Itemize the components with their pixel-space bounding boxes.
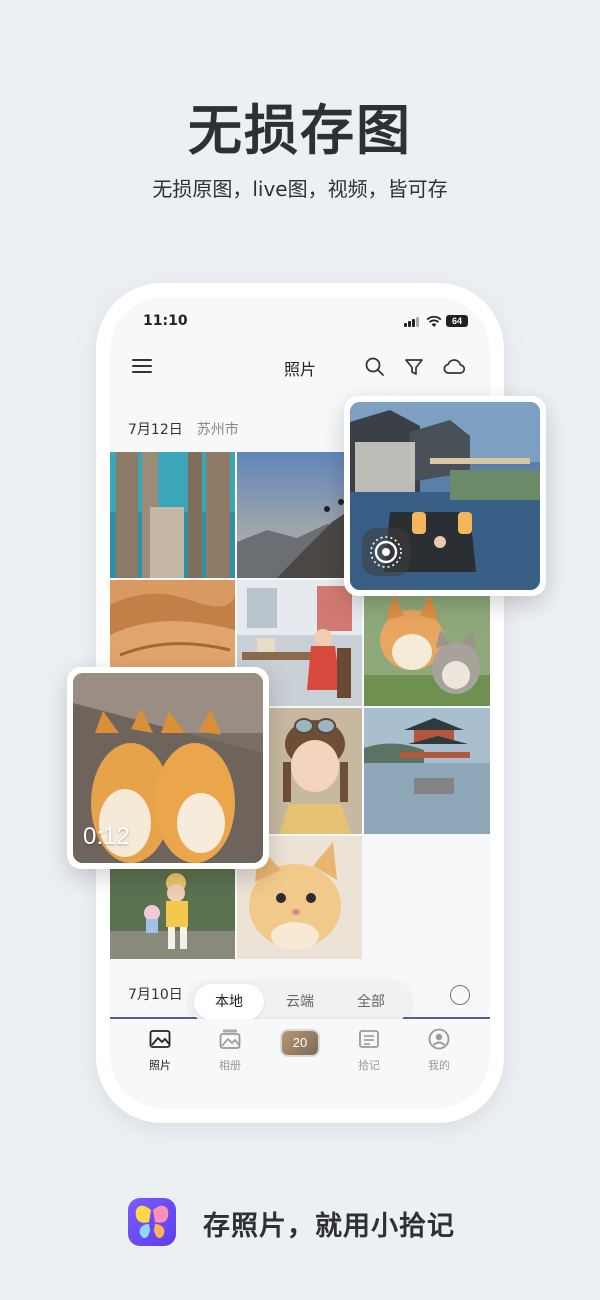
battery-indicator: 64 (446, 315, 468, 327)
page-title: 照片 (283, 360, 316, 379)
tab-bar: 照片 相册 20 拾记 我的 (110, 1019, 490, 1109)
center-badge-count: 20 (292, 1035, 308, 1050)
footer-slogan: 存照片，就用小拾记 (203, 1211, 455, 1242)
segment-all[interactable]: 全部 (336, 984, 406, 1020)
search-icon[interactable] (363, 355, 387, 379)
tab-label: 照片 (149, 1059, 171, 1072)
live-photo-badge[interactable] (362, 528, 410, 576)
footer: 存照片，就用小拾记 (0, 1196, 600, 1248)
canal-town-photo (350, 402, 540, 590)
tab-label: 相册 (219, 1059, 241, 1072)
section-header: 7月12日 苏州市 (128, 419, 239, 439)
butterfly-logo (128, 1198, 176, 1246)
segment-local[interactable]: 本地 (194, 984, 264, 1020)
note-icon (359, 1030, 379, 1048)
signal-icon (404, 317, 420, 327)
tab-notes[interactable]: 拾记 (339, 1027, 399, 1073)
video-card[interactable]: 0:12 (67, 667, 269, 869)
live-photo-card[interactable] (344, 396, 546, 596)
app-bar: 照片 (110, 345, 490, 389)
corgi-cat-photo[interactable] (364, 580, 490, 706)
tab-label: 拾记 (358, 1059, 380, 1072)
headline: 无损存图 (188, 99, 412, 162)
lake-pavilion-photo[interactable] (364, 708, 490, 834)
storage-segmented-control: 本地 云端 全部 (190, 980, 410, 1024)
tab-photos[interactable]: 照片 (130, 1027, 190, 1073)
child-toy-photo[interactable] (110, 869, 235, 959)
profile-icon (428, 1028, 450, 1050)
video-duration: 0:12 (83, 823, 130, 850)
segment-cloud[interactable]: 云端 (265, 984, 335, 1020)
tab-albums[interactable]: 相册 (200, 1027, 260, 1073)
desert-photo[interactable] (110, 580, 235, 670)
subheadline: 无损原图，live图，视频，皆可存 (152, 177, 448, 201)
album-icon (219, 1029, 241, 1049)
girl-with-goggles-photo[interactable] (269, 708, 362, 834)
cats-video: 0:12 (73, 673, 263, 863)
select-circle-icon[interactable] (450, 985, 470, 1005)
pier-photo[interactable] (110, 452, 235, 578)
wifi-icon (426, 315, 442, 327)
section-date: 7月12日 (128, 422, 183, 438)
section-location: 苏州市 (196, 422, 239, 438)
status-time: 11:10 (143, 313, 188, 329)
section-header: 7月10日 (128, 984, 183, 1004)
section-date: 7月10日 (128, 987, 183, 1003)
status-bar: 11:10 64 (110, 297, 490, 337)
photo-icon (149, 1030, 171, 1048)
live-icon (370, 536, 402, 568)
filter-icon[interactable] (402, 355, 426, 379)
tab-label: 我的 (428, 1059, 450, 1072)
center-badge-button[interactable]: 20 (280, 1029, 320, 1057)
cloud-icon[interactable] (441, 355, 467, 379)
tab-profile[interactable]: 我的 (409, 1027, 469, 1073)
